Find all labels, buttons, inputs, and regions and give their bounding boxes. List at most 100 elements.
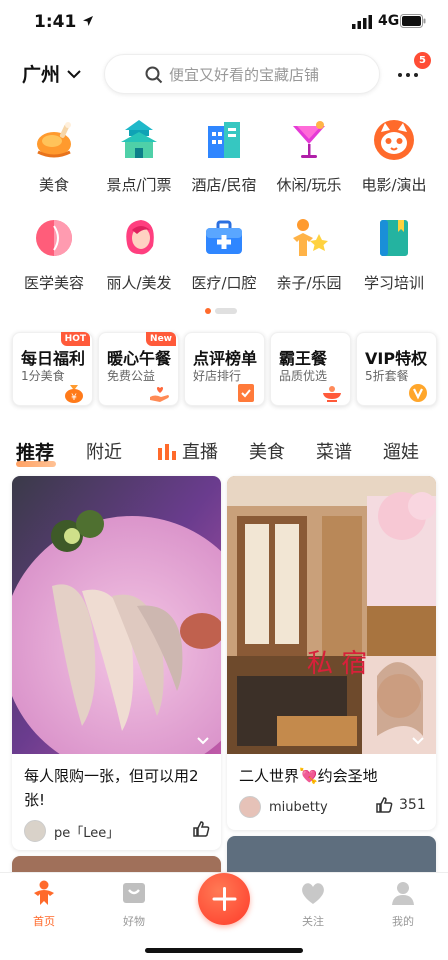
status-time: 1:41 [34, 12, 77, 32]
medical-kit-icon [206, 220, 242, 254]
home-mascot-icon [34, 880, 54, 905]
home-indicator [145, 948, 303, 953]
feed-image-seafood [12, 476, 221, 754]
battery-icon [400, 14, 426, 28]
tab-following[interactable]: 关注 [283, 879, 343, 929]
feed-caption: 二人世界💘约会圣地 [239, 767, 378, 785]
tab-food[interactable]: 美食 [249, 438, 285, 464]
tab-label: 好物 [123, 915, 145, 928]
promo-subtitle: 免费公益 [107, 369, 156, 383]
category-label: 医学美容 [23, 274, 84, 292]
chevron-down-icon[interactable] [411, 736, 425, 746]
like-count: 351 [399, 797, 426, 813]
tab-label: 我的 [392, 915, 414, 928]
feed-card[interactable]: 每人限购一张，但可以用2张! pe「Lee」 [12, 476, 221, 850]
category-cosmetic-medical[interactable]: 医学美容 [9, 216, 99, 293]
more-menu-button[interactable]: 5 [394, 52, 431, 88]
page-indicator [205, 308, 237, 314]
shopping-bag-icon [123, 883, 145, 903]
tab-goods[interactable]: 好物 [104, 879, 164, 929]
category-label: 美食 [38, 176, 69, 194]
page-dot [215, 308, 237, 314]
search-bar[interactable]: 便宜又好看的宝藏店铺 [104, 54, 380, 94]
temple-icon [121, 120, 157, 158]
category-food[interactable]: 美食 [9, 118, 99, 195]
promo-row: 每日福利 1分美食 HOT ¥ 暖心午餐 免费公益 New 点评榜单 好店排行 … [12, 332, 438, 406]
page-dot-active [205, 308, 211, 314]
promo-title: 霸王餐 [279, 349, 328, 368]
live-bars-icon [158, 444, 176, 460]
svg-text:私 宿: 私 宿 [307, 649, 367, 679]
category-beauty-hair[interactable]: 丽人/美发 [94, 216, 184, 293]
promo-daily-welfare[interactable]: 每日福利 1分美食 HOT ¥ [12, 332, 93, 406]
tab-nearby[interactable]: 附近 [86, 438, 122, 464]
category-label: 休闲/玩乐 [276, 176, 342, 194]
category-attractions[interactable]: 景点/门票 [94, 118, 184, 195]
author-name: miubetty [269, 799, 328, 815]
promo-title: 每日福利 [21, 349, 86, 368]
city-label: 广州 [22, 64, 61, 86]
city-selector[interactable]: 广州 [22, 60, 82, 87]
vip-icon [409, 384, 427, 402]
signal-icon [352, 15, 372, 29]
money-bag-icon: ¥ [65, 385, 83, 403]
face-icon [36, 220, 72, 256]
promo-title: VIP特权 [365, 349, 428, 368]
tab-recommend[interactable]: 推荐 [16, 438, 54, 465]
tab-home[interactable]: 首页 [14, 879, 74, 929]
chevron-down-icon[interactable] [196, 736, 210, 746]
notification-badge: 5 [414, 52, 431, 69]
promo-title: 点评榜单 [193, 349, 258, 368]
category-medical-dental[interactable]: 医疗/口腔 [179, 216, 269, 293]
tab-label: 首页 [33, 915, 55, 928]
category-movies[interactable]: 电影/演出 [349, 118, 439, 195]
parent-child-icon [293, 219, 328, 256]
category-family-park[interactable]: 亲子/乐园 [264, 216, 354, 293]
category-label: 医疗/口腔 [191, 274, 257, 292]
tab-profile[interactable]: 我的 [373, 879, 433, 929]
feed-author[interactable]: pe「Lee」 [24, 820, 119, 842]
svg-text:¥: ¥ [71, 393, 77, 403]
promo-title: 暖心午餐 [107, 349, 172, 368]
feed-author[interactable]: miubetty [239, 796, 328, 818]
like-button[interactable]: 351 [375, 796, 426, 814]
tab-live[interactable]: 直播 [182, 438, 218, 464]
feed-caption: 每人限购一张，但可以用2张! [24, 767, 199, 809]
ranking-icon [238, 384, 254, 402]
category-education[interactable]: 学习培训 [349, 216, 439, 293]
avatar [239, 796, 261, 818]
category-leisure[interactable]: 休闲/玩乐 [264, 118, 354, 195]
like-button[interactable] [192, 820, 216, 838]
network-label: 4G [378, 13, 400, 29]
author-name: pe「Lee」 [54, 825, 120, 841]
promo-rankings[interactable]: 点评榜单 好店排行 [184, 332, 265, 406]
location-arrow-icon [83, 16, 93, 26]
dish-icon [323, 386, 341, 402]
category-label: 丽人/美发 [106, 274, 172, 292]
promo-vip[interactable]: VIP特权 5折套餐 [356, 332, 437, 406]
category-label: 酒店/民宿 [191, 176, 257, 194]
promo-free-meal[interactable]: 霸王餐 品质优选 [270, 332, 351, 406]
avatar [24, 820, 46, 842]
roast-chicken-icon [37, 122, 71, 158]
create-post-button[interactable] [198, 873, 250, 925]
category-label: 电影/演出 [361, 176, 427, 194]
category-hotel[interactable]: 酒店/民宿 [179, 118, 269, 195]
promo-tag: HOT [60, 332, 90, 346]
tab-recipes[interactable]: 菜谱 [316, 438, 352, 464]
bottom-tab-bar: 首页 好物 关注 我的 [0, 872, 448, 960]
tab-kids[interactable]: 遛娃 [383, 438, 419, 464]
more-dots-icon [398, 73, 418, 77]
cocktail-icon [293, 121, 325, 158]
category-label: 亲子/乐园 [276, 274, 342, 292]
search-placeholder: 便宜又好看的宝藏店铺 [169, 65, 320, 84]
promo-subtitle: 好店排行 [193, 369, 242, 383]
feed-tabs: 推荐 附近 直播 美食 菜谱 遛娃 [0, 432, 448, 472]
feed-card[interactable]: 私 宿 二人世界💘约会圣地 miubetty 351 [227, 476, 436, 830]
chevron-down-icon [67, 69, 81, 78]
promo-warm-lunch[interactable]: 暖心午餐 免费公益 New [98, 332, 179, 406]
thumbs-up-icon [376, 797, 393, 813]
heart-icon [302, 883, 324, 904]
promo-subtitle: 1分美食 [21, 369, 65, 383]
cat-mask-icon [374, 120, 414, 160]
